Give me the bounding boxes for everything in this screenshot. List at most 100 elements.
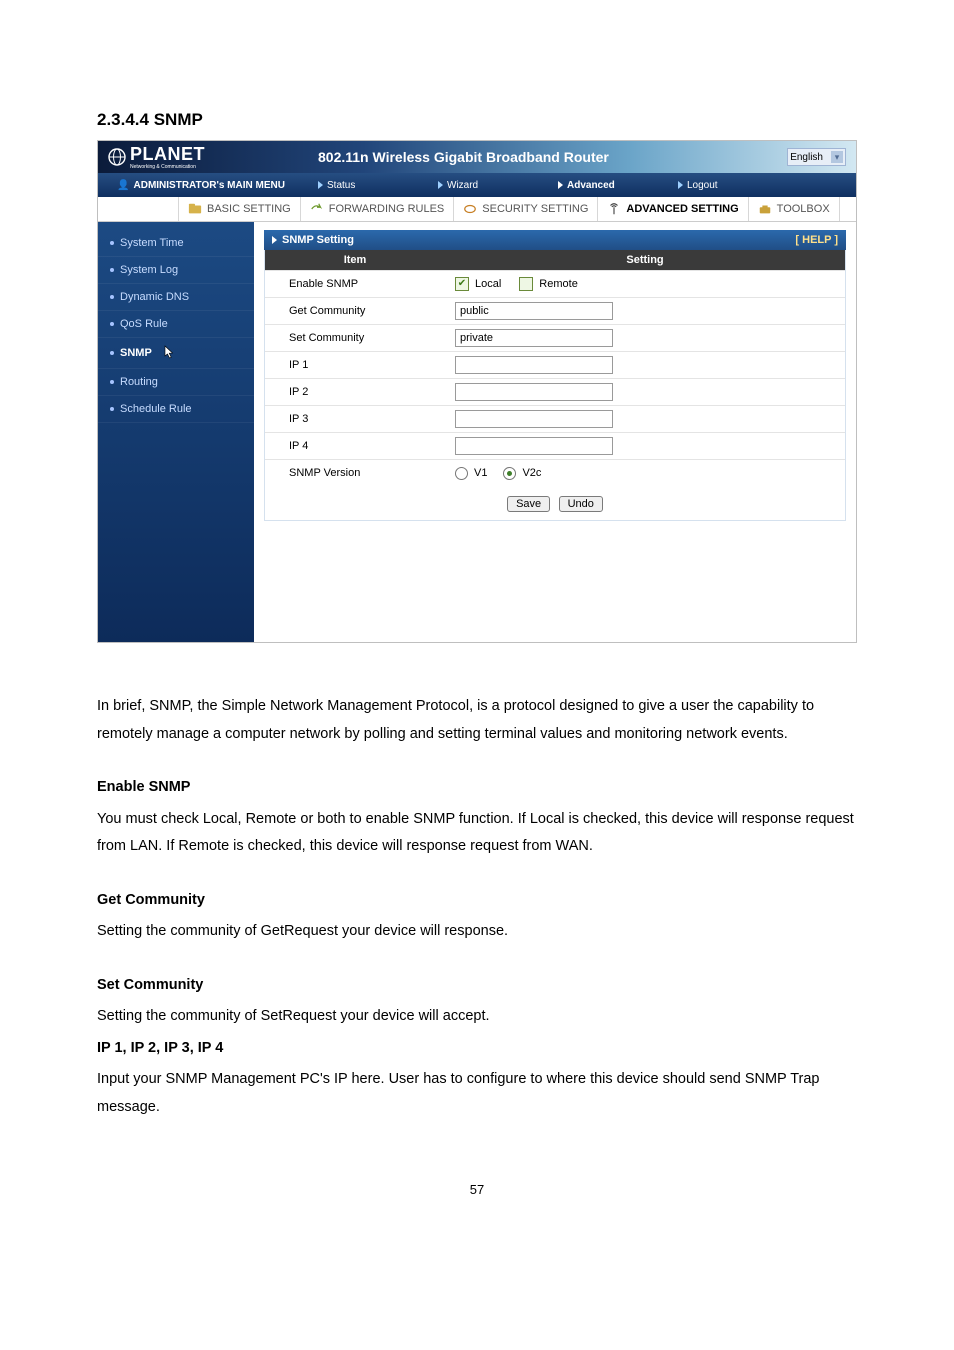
radio-v1-label: V1: [474, 467, 487, 479]
sidebar-item-schedule-rule[interactable]: Schedule Rule: [98, 396, 254, 423]
forward-icon: [310, 202, 324, 216]
sidebar-item-label: Schedule Rule: [120, 403, 192, 415]
heading-ip: IP 1, IP 2, IP 3, IP 4: [97, 1040, 223, 1056]
paragraph-get-community: Setting the community of GetRequest your…: [97, 918, 857, 946]
sidebar-item-system-time[interactable]: System Time: [98, 230, 254, 257]
sub-nav: BASIC SETTING FORWARDING RULES SECURITY …: [98, 197, 856, 222]
globe-icon: [108, 148, 126, 166]
tab-forwarding-rules[interactable]: FORWARDING RULES: [301, 197, 455, 221]
paragraph-ip: Input your SNMP Management PC's IP here.…: [97, 1066, 857, 1121]
radio-v2c[interactable]: [503, 467, 516, 480]
row-ip1-label: IP 1: [265, 359, 445, 371]
antenna-icon: [607, 202, 621, 216]
admin-main-menu-text: ADMINISTRATOR's MAIN MENU: [134, 180, 285, 191]
row-ip4-label: IP 4: [265, 440, 445, 452]
sidebar-item-system-log[interactable]: System Log: [98, 257, 254, 284]
nav-wizard-label: Wizard: [447, 180, 478, 191]
language-select[interactable]: English ▾: [787, 148, 846, 166]
bullet-icon: [110, 322, 114, 326]
row-ip3-label: IP 3: [265, 413, 445, 425]
arrow-icon: [438, 181, 443, 189]
row-snmp-version-label: SNMP Version: [265, 467, 445, 479]
sidebar-item-label: Dynamic DNS: [120, 291, 189, 303]
ip2-input[interactable]: [455, 383, 613, 401]
save-button[interactable]: Save: [507, 496, 550, 512]
nav-wizard[interactable]: Wizard: [424, 180, 544, 191]
paragraph-intro: In brief, SNMP, the Simple Network Manag…: [97, 693, 857, 748]
router-admin-screenshot: PLANET Networking & Communication 802.11…: [97, 140, 857, 643]
main-nav: 👤 ADMINISTRATOR's MAIN MENU Status Wizar…: [98, 173, 856, 197]
column-header-setting: Setting: [445, 254, 845, 266]
page-number: 57: [97, 1182, 857, 1197]
nav-advanced[interactable]: Advanced: [544, 180, 664, 191]
set-community-input[interactable]: [455, 329, 613, 347]
sidebar-item-label: System Time: [120, 237, 184, 249]
brand-tagline: Networking & Communication: [130, 165, 205, 170]
ip3-input[interactable]: [455, 410, 613, 428]
get-community-input[interactable]: [455, 302, 613, 320]
ip1-input[interactable]: [455, 356, 613, 374]
tab-forwarding-rules-label: FORWARDING RULES: [329, 203, 445, 215]
column-header-item: Item: [265, 254, 445, 266]
row-set-community-label: Set Community: [265, 332, 445, 344]
toolbox-icon: [758, 202, 772, 216]
sidebar-item-snmp[interactable]: SNMP: [98, 338, 254, 369]
sidebar-item-routing[interactable]: Routing: [98, 369, 254, 396]
arrow-icon: [678, 181, 683, 189]
heading-get-community: Get Community: [97, 892, 205, 908]
tab-toolbox[interactable]: TOOLBOX: [749, 197, 840, 221]
sidebar: System Time System Log Dynamic DNS QoS R…: [98, 222, 254, 642]
checkbox-remote-label: Remote: [539, 278, 578, 290]
row-get-community-label: Get Community: [265, 305, 445, 317]
ip4-input[interactable]: [455, 437, 613, 455]
banner-title: 802.11n Wireless Gigabit Broadband Route…: [318, 149, 609, 165]
panel-title: SNMP Setting: [282, 234, 354, 246]
nav-status-label: Status: [327, 180, 355, 191]
bullet-icon: [110, 268, 114, 272]
sidebar-item-dynamic-dns[interactable]: Dynamic DNS: [98, 284, 254, 311]
paragraph-enable-snmp: You must check Local, Remote or both to …: [97, 806, 857, 861]
user-icon: 👤: [117, 180, 129, 191]
tab-security-setting-label: SECURITY SETTING: [482, 203, 588, 215]
document-body: In brief, SNMP, the Simple Network Manag…: [97, 693, 857, 1122]
radio-v1[interactable]: [455, 467, 468, 480]
radio-v2c-label: V2c: [522, 467, 541, 479]
bullet-icon: [110, 407, 114, 411]
panel-header: SNMP Setting [ HELP ]: [264, 230, 846, 250]
tab-advanced-setting-label: ADVANCED SETTING: [626, 203, 738, 215]
brand-name: PLANET: [130, 144, 205, 165]
bullet-icon: [110, 351, 114, 355]
shield-icon: [463, 202, 477, 216]
bullet-icon: [110, 380, 114, 384]
help-link[interactable]: [ HELP ]: [795, 234, 838, 246]
checkbox-remote[interactable]: ✔: [519, 277, 533, 291]
heading-set-community: Set Community: [97, 977, 203, 993]
paragraph-set-community: Setting the community of SetRequest your…: [97, 1003, 857, 1031]
arrow-icon: [272, 236, 277, 244]
cursor-icon: [162, 345, 176, 361]
heading-enable-snmp: Enable SNMP: [97, 779, 190, 795]
checkbox-local[interactable]: ✔: [455, 277, 469, 291]
tab-advanced-setting[interactable]: ADVANCED SETTING: [598, 197, 748, 221]
content-panel: SNMP Setting [ HELP ] Item Setting Enabl…: [254, 222, 856, 642]
arrow-icon: [318, 181, 323, 189]
sidebar-item-label: SNMP: [120, 347, 152, 359]
bullet-icon: [110, 241, 114, 245]
sidebar-item-label: Routing: [120, 376, 158, 388]
sidebar-item-qos-rule[interactable]: QoS Rule: [98, 311, 254, 338]
folder-icon: [188, 202, 202, 216]
banner: PLANET Networking & Communication 802.11…: [98, 141, 856, 173]
logo: PLANET Networking & Communication: [108, 144, 205, 170]
tab-basic-setting[interactable]: BASIC SETTING: [178, 197, 301, 221]
nav-logout-label: Logout: [687, 180, 718, 191]
row-enable-snmp-label: Enable SNMP: [265, 278, 445, 290]
undo-button[interactable]: Undo: [559, 496, 603, 512]
tab-basic-setting-label: BASIC SETTING: [207, 203, 291, 215]
section-heading: 2.3.4.4 SNMP: [97, 110, 857, 130]
nav-logout[interactable]: Logout: [664, 180, 784, 191]
language-value: English: [790, 152, 823, 163]
nav-status[interactable]: Status: [304, 180, 424, 191]
bullet-icon: [110, 295, 114, 299]
sidebar-item-label: QoS Rule: [120, 318, 168, 330]
tab-security-setting[interactable]: SECURITY SETTING: [454, 197, 598, 221]
